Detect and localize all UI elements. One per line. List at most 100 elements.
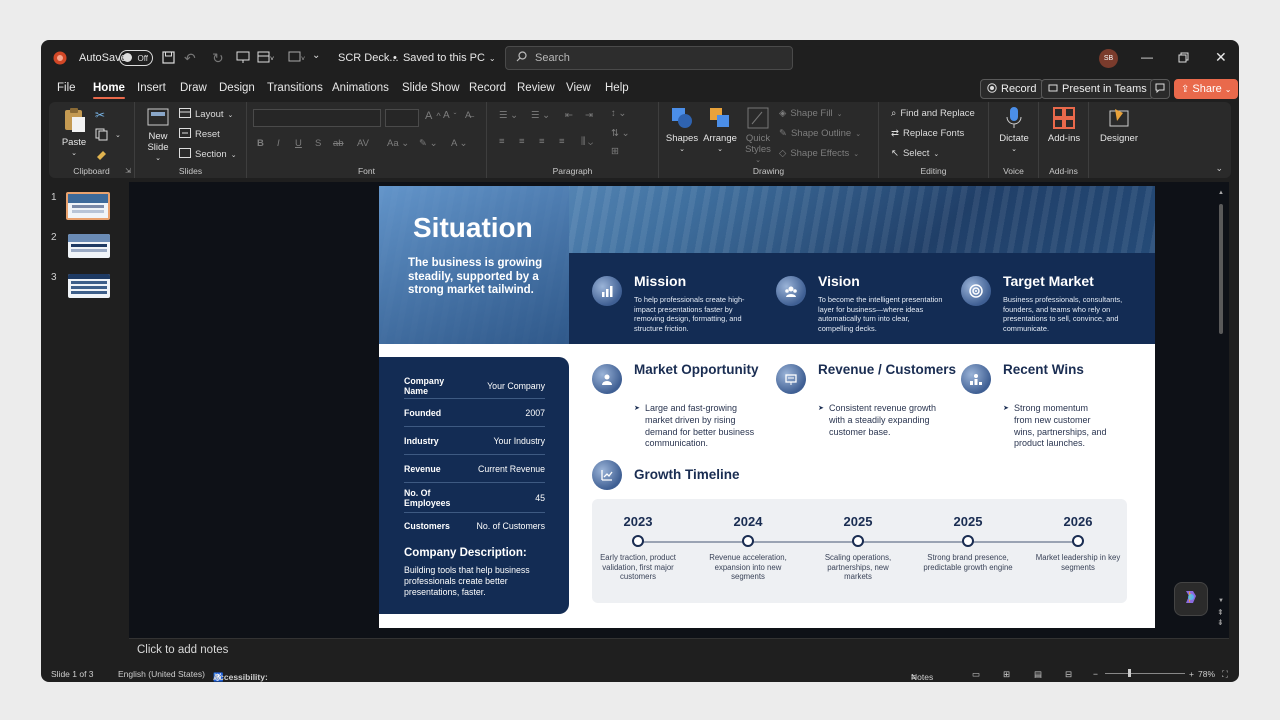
font-size-select[interactable] xyxy=(385,109,419,127)
shadow-icon[interactable]: S xyxy=(315,138,321,149)
dialog-launcher-icon[interactable]: ⇲ xyxy=(125,167,131,175)
share-button[interactable]: ⇪ Share ⌄ xyxy=(1174,79,1239,99)
increase-indent-icon[interactable]: ⇥ xyxy=(585,110,593,121)
highlight-icon[interactable]: ✎ ⌄ xyxy=(419,138,438,149)
shape-effects-button[interactable]: ◇ Shape Effects ⌄ xyxy=(779,148,859,159)
thumbnail-slide-3[interactable] xyxy=(68,274,110,298)
notes-pane[interactable]: Click to add notes xyxy=(129,638,1229,664)
save-icon[interactable] xyxy=(162,51,175,64)
dictate-button[interactable]: Dictate ⌄ xyxy=(995,106,1033,155)
strikethrough-icon[interactable]: ab xyxy=(333,138,344,149)
slide[interactable]: Situation The business is growing steadi… xyxy=(379,186,1155,628)
present-in-teams-button[interactable]: Present in Teams xyxy=(1041,79,1154,99)
addins-button[interactable]: Add-ins xyxy=(1045,106,1083,144)
scroll-down-icon[interactable]: ▼ xyxy=(1218,598,1224,604)
comments-button[interactable] xyxy=(1150,79,1170,99)
thumbnail-slide-2[interactable] xyxy=(68,234,110,258)
italic-icon[interactable]: I xyxy=(277,138,280,149)
next-slide-icon[interactable]: ⇟ xyxy=(1217,618,1224,627)
section-button[interactable]: Section ⌄ xyxy=(179,148,237,161)
bullets-icon[interactable]: ☰ ⌄ xyxy=(499,110,518,121)
select-button[interactable]: ↖ Select ⌄ xyxy=(891,148,939,159)
change-case-icon[interactable]: Aa ⌄ xyxy=(387,138,409,149)
zoom-level[interactable]: 78% xyxy=(1198,669,1215,679)
zoom-out-icon[interactable]: − xyxy=(1093,669,1098,679)
increase-font-icon[interactable]: A ^ xyxy=(425,110,441,122)
zoom-slider[interactable] xyxy=(1105,673,1185,674)
slideshow-icon[interactable]: ⊟ xyxy=(1065,669,1072,680)
character-spacing-icon[interactable]: AV xyxy=(357,138,369,149)
thumbnail-slide-1[interactable] xyxy=(66,192,110,220)
format-painter-icon[interactable] xyxy=(95,148,108,161)
align-left-icon[interactable]: ≡ xyxy=(499,136,505,147)
font-color-icon[interactable]: A ⌄ xyxy=(451,138,467,149)
previous-slide-icon[interactable]: ⇞ xyxy=(1217,608,1224,617)
shape-outline-button[interactable]: ✎ Shape Outline ⌄ xyxy=(779,128,861,139)
tab-help[interactable]: Help xyxy=(605,82,629,94)
tab-design[interactable]: Design xyxy=(219,82,255,94)
tab-file[interactable]: File xyxy=(57,82,76,94)
justify-icon[interactable]: ≡ xyxy=(559,136,565,147)
tab-view[interactable]: View xyxy=(566,82,591,94)
undo-icon[interactable]: ↶ xyxy=(184,50,196,67)
fit-to-window-icon[interactable]: ⛶ xyxy=(1222,669,1228,680)
tab-animations[interactable]: Animations xyxy=(332,82,389,94)
layout-button[interactable]: Layout ⌄ xyxy=(179,108,233,121)
columns-icon[interactable]: ⫼ ⌄ xyxy=(581,136,593,147)
minimize-icon[interactable]: — xyxy=(1141,50,1153,64)
scrollbar-thumb[interactable] xyxy=(1219,204,1223,334)
bold-icon[interactable]: B xyxy=(257,138,264,149)
normal-view-icon[interactable]: ▭ xyxy=(972,669,980,680)
align-center-icon[interactable]: ≡ xyxy=(519,136,525,147)
numbering-icon[interactable]: ☰ ⌄ xyxy=(531,110,550,121)
comment-icon[interactable]: ˅ xyxy=(288,51,306,64)
restore-icon[interactable] xyxy=(1178,52,1189,63)
line-spacing-icon[interactable]: ↕ ⌄ xyxy=(611,108,626,119)
tab-draw[interactable]: Draw xyxy=(180,82,207,94)
paste-button[interactable]: Paste ⌄ xyxy=(59,106,89,159)
scroll-up-icon[interactable]: ▲ xyxy=(1218,190,1224,196)
decrease-font-icon[interactable]: Aˇ xyxy=(443,110,456,121)
redo-icon[interactable]: ↻ xyxy=(212,50,224,67)
record-button[interactable]: Record xyxy=(980,79,1044,99)
quick-styles-button[interactable]: Quick Styles ⌄ xyxy=(741,106,775,166)
reset-button[interactable]: Reset xyxy=(179,128,220,141)
autosave-toggle[interactable]: Off xyxy=(119,50,153,66)
shapes-button[interactable]: Shapes ⌄ xyxy=(665,106,699,155)
reading-view-icon[interactable]: ▤ xyxy=(1034,669,1042,680)
arrange-button[interactable]: Arrange ⌄ xyxy=(701,106,739,155)
search-input[interactable]: Search xyxy=(505,46,793,70)
find-replace-button[interactable]: ⌕ Find and Replace xyxy=(891,108,975,119)
tab-home[interactable]: Home xyxy=(93,82,125,99)
customize-toolbar-icon[interactable]: ⌄ xyxy=(312,50,320,61)
collapse-ribbon-icon[interactable]: ⌄ xyxy=(1215,163,1223,174)
decrease-indent-icon[interactable]: ⇤ xyxy=(565,110,573,121)
vertical-scrollbar[interactable]: ▲ ▼ ⇞ ⇟ xyxy=(1217,190,1225,627)
cut-icon[interactable]: ✂ xyxy=(95,108,105,122)
tab-review[interactable]: Review xyxy=(517,82,555,94)
new-slide-button[interactable]: New Slide ⌄ xyxy=(141,106,175,164)
slide-sorter-icon[interactable]: ⊞ xyxy=(1003,669,1010,680)
tab-insert[interactable]: Insert xyxy=(137,82,166,94)
save-status[interactable]: • Saved to this PC ⌄ xyxy=(393,52,496,64)
present-from-start-icon[interactable] xyxy=(236,51,250,64)
tab-record[interactable]: Record xyxy=(469,82,506,94)
close-icon[interactable]: ✕ xyxy=(1215,49,1227,66)
shape-fill-button[interactable]: ◈ Shape Fill ⌄ xyxy=(779,108,842,119)
convert-smartart-icon[interactable]: ⊞ xyxy=(611,146,619,157)
align-right-icon[interactable]: ≡ xyxy=(539,136,545,147)
zoom-in-icon[interactable]: + xyxy=(1189,669,1194,679)
font-family-select[interactable] xyxy=(253,109,381,127)
avatar[interactable]: SB xyxy=(1099,49,1118,68)
tab-slide-show[interactable]: Slide Show xyxy=(402,82,460,94)
text-direction-icon[interactable]: ⇅ ⌄ xyxy=(611,128,630,139)
copilot-button[interactable] xyxy=(1174,582,1208,616)
clear-formatting-icon[interactable]: A̶ xyxy=(465,110,471,121)
language-indicator[interactable]: English (United States) xyxy=(118,669,205,679)
copy-icon[interactable]: ⌄ xyxy=(95,128,121,141)
tab-transitions[interactable]: Transitions xyxy=(267,82,323,94)
underline-icon[interactable]: U xyxy=(295,138,302,149)
layout-icon[interactable]: ˅ xyxy=(257,51,275,64)
designer-button[interactable]: Designer xyxy=(1095,106,1143,144)
replace-fonts-button[interactable]: ⇄ Replace Fonts xyxy=(891,128,964,139)
